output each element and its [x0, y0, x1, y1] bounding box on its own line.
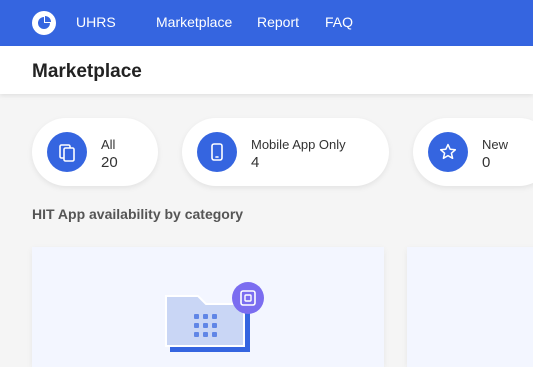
page-header: Marketplace — [0, 46, 533, 94]
nav-marketplace[interactable]: Marketplace — [156, 14, 232, 30]
filter-label: New — [482, 137, 509, 152]
category-card[interactable] — [407, 247, 533, 367]
folder-icon — [165, 282, 264, 352]
nav-faq[interactable]: FAQ — [325, 14, 353, 30]
mobile-icon — [197, 132, 237, 172]
star-icon — [428, 132, 468, 172]
category-card-body — [407, 247, 533, 367]
filter-count: 20 — [101, 154, 118, 171]
section-title: HIT App availability by category — [32, 206, 244, 222]
top-navigation-bar: UHRS Marketplace Report FAQ — [0, 0, 533, 46]
filter-mobile-app-only[interactable]: Mobile App Only 4 — [182, 118, 389, 186]
copy-icon — [47, 132, 87, 172]
uhrs-logo-icon[interactable] — [32, 11, 56, 35]
page-title: Marketplace — [32, 61, 142, 82]
filter-all[interactable]: All 20 — [32, 118, 158, 186]
app-name[interactable]: UHRS — [76, 14, 116, 30]
category-card-body — [32, 247, 384, 367]
filter-count: 4 — [251, 154, 260, 171]
filter-count: 0 — [482, 154, 491, 171]
category-card[interactable] — [32, 247, 384, 367]
nav-report[interactable]: Report — [257, 14, 299, 30]
filter-new[interactable]: New 0 — [413, 118, 533, 186]
filter-label: Mobile App Only — [251, 137, 346, 152]
filter-label: All — [101, 137, 116, 152]
